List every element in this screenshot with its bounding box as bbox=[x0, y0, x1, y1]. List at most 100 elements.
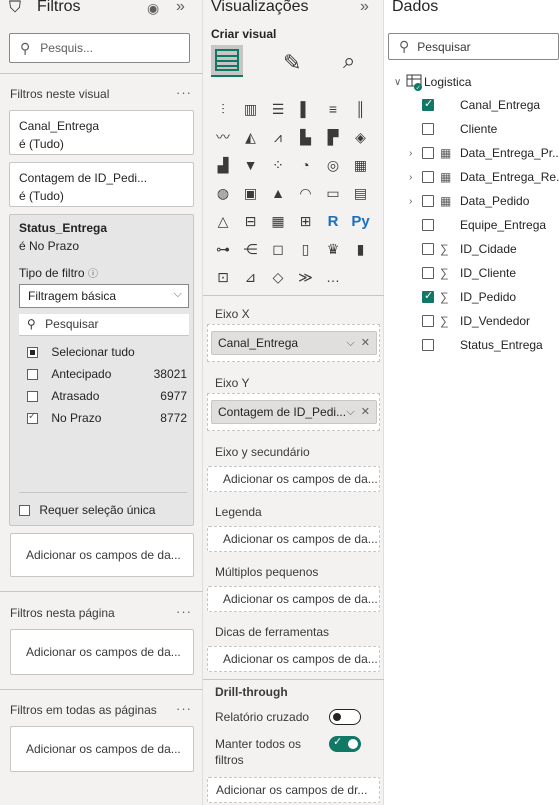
diamond-icon[interactable]: ◇ bbox=[268, 267, 288, 287]
stacked-column-icon[interactable]: ▥ bbox=[241, 99, 261, 119]
gauge-icon[interactable]: ◠ bbox=[296, 183, 316, 203]
filter-card-contagem[interactable]: Contagem de ID_Pedi... é (Tudo) bbox=[9, 162, 194, 207]
field-row[interactable]: ∑ ID_Cliente bbox=[384, 262, 559, 284]
donut-icon[interactable]: ◎ bbox=[323, 155, 343, 175]
field-checkbox[interactable] bbox=[422, 123, 434, 135]
chevron-right-icon[interactable]: › bbox=[409, 196, 412, 207]
field-row[interactable]: › ▦ Data_Pedido bbox=[384, 190, 559, 212]
more-visuals-icon[interactable]: … bbox=[323, 267, 343, 287]
add-fields-visual[interactable]: Adicionar os campos de da... bbox=[10, 533, 194, 577]
x-axis-field[interactable]: Canal_Entrega ⌵ ✕ bbox=[211, 331, 377, 355]
pie-icon[interactable]: ◔ bbox=[296, 155, 316, 175]
collapse-icon[interactable]: » bbox=[360, 0, 369, 16]
add-fields-page[interactable]: Adicionar os campos de da... bbox=[10, 629, 194, 675]
clustered-bar-icon[interactable]: ☰ bbox=[268, 99, 288, 119]
remove-icon[interactable]: ✕ bbox=[361, 337, 370, 349]
filter-item-row[interactable]: No Prazo 8772 bbox=[27, 411, 187, 425]
chevron-down-icon[interactable]: ∨ bbox=[394, 77, 401, 88]
y-axis-field[interactable]: Contagem de ID_Pedi... ⌵ ✕ bbox=[211, 400, 377, 424]
more-options-icon[interactable]: ··· bbox=[176, 701, 192, 716]
field-checkbox[interactable] bbox=[422, 195, 434, 207]
collapse-icon[interactable]: » bbox=[176, 0, 185, 16]
data-search-input[interactable]: ⚲ Pesquisar bbox=[388, 33, 559, 60]
add-fields-all-pages[interactable]: Adicionar os campos de da... bbox=[10, 726, 194, 772]
select-all-row[interactable]: Selecionar tudo bbox=[27, 345, 135, 359]
card-icon[interactable]: ▭ bbox=[323, 183, 343, 203]
field-checkbox[interactable] bbox=[422, 289, 434, 303]
python-visual-icon[interactable]: Py bbox=[351, 211, 371, 231]
select-all-checkbox[interactable] bbox=[27, 347, 38, 359]
analytics-icon[interactable]: ⌕ bbox=[343, 48, 355, 74]
chevron-icon[interactable]: ≫ bbox=[296, 267, 316, 287]
more-options-icon[interactable]: ··· bbox=[176, 604, 192, 619]
r-visual-icon[interactable]: R bbox=[323, 211, 343, 231]
power-automate-icon[interactable]: ⊿ bbox=[241, 267, 261, 287]
line-chart-icon[interactable]: 〰 bbox=[213, 127, 233, 147]
add-fields-legend[interactable]: Adicionar os campos de da... bbox=[207, 526, 380, 552]
chevron-right-icon[interactable]: › bbox=[409, 172, 412, 183]
remove-icon[interactable]: ✕ bbox=[361, 406, 370, 418]
metrics-icon[interactable]: ♛ bbox=[323, 239, 343, 259]
azure-map-icon[interactable]: ▲ bbox=[268, 183, 288, 203]
format-brush-icon[interactable]: ✎ bbox=[283, 50, 301, 76]
map-icon[interactable]: ◍ bbox=[213, 183, 233, 203]
field-row[interactable]: Equipe_Entrega bbox=[384, 214, 559, 236]
field-row[interactable]: › ▦ Data_Entrega_Pr... bbox=[384, 142, 559, 164]
filter-card-canal[interactable]: Canal_Entrega é (Tudo) bbox=[9, 110, 194, 155]
field-checkbox[interactable] bbox=[422, 219, 434, 231]
field-checkbox[interactable] bbox=[422, 171, 434, 183]
single-select-row[interactable]: Requer seleção única bbox=[19, 503, 155, 517]
item-checkbox[interactable] bbox=[27, 411, 38, 425]
item-checkbox[interactable] bbox=[27, 391, 38, 403]
field-row[interactable]: Canal_Entrega bbox=[384, 94, 559, 116]
field-row[interactable]: ∑ ID_Vendedor bbox=[384, 310, 559, 332]
area-chart-icon[interactable]: ◭ bbox=[241, 127, 261, 147]
field-row[interactable]: Status_Entrega bbox=[384, 334, 559, 356]
slicer-icon[interactable]: ⊟ bbox=[241, 211, 261, 231]
keep-filters-toggle[interactable]: ✓ bbox=[329, 736, 361, 752]
filter-item-row[interactable]: Atrasado 6977 bbox=[27, 389, 187, 403]
add-fields-secondary[interactable]: Adicionar os campos de da... bbox=[207, 466, 380, 492]
matrix-icon[interactable]: ⊞ bbox=[296, 211, 316, 231]
field-row[interactable]: ∑ ID_Cidade bbox=[384, 238, 559, 260]
funnel-chart-icon[interactable]: ▼ bbox=[241, 155, 261, 175]
waterfall-icon[interactable]: ▟ bbox=[213, 155, 233, 175]
more-options-icon[interactable]: ··· bbox=[176, 85, 192, 100]
field-checkbox[interactable] bbox=[422, 315, 434, 327]
filter-type-select[interactable]: Filtragem básica ⌵ bbox=[19, 284, 189, 308]
scatter-icon[interactable]: ⁘ bbox=[268, 155, 288, 175]
stacked-bar-icon[interactable]: ⫶ bbox=[213, 99, 233, 119]
field-checkbox[interactable] bbox=[422, 267, 434, 279]
narrative-icon[interactable]: ▯ bbox=[296, 239, 316, 259]
clustered-column-icon[interactable]: ▌ bbox=[296, 99, 316, 119]
line-clustered-icon[interactable]: ▛ bbox=[323, 127, 343, 147]
field-row[interactable]: › ▦ Data_Entrega_Re... bbox=[384, 166, 559, 188]
info-icon[interactable]: ⓘ bbox=[88, 269, 98, 280]
filter-card-status[interactable]: Status_Entrega é No Prazo Tipo de filtro… bbox=[9, 214, 194, 526]
field-checkbox[interactable] bbox=[422, 97, 434, 111]
field-row[interactable]: Cliente bbox=[384, 118, 559, 140]
single-select-checkbox[interactable] bbox=[19, 505, 30, 517]
eye-icon[interactable]: ◉ bbox=[147, 0, 159, 17]
field-checkbox[interactable] bbox=[422, 147, 434, 159]
filter-item-row[interactable]: Antecipado 38021 bbox=[27, 367, 187, 381]
line-column-icon[interactable]: ▙ bbox=[296, 127, 316, 147]
table-row-logistica[interactable]: ∨ ✓ Logistica bbox=[384, 71, 559, 93]
table-icon[interactable]: ▦ bbox=[268, 211, 288, 231]
qa-icon[interactable]: ◻ bbox=[268, 239, 288, 259]
power-apps-icon[interactable]: ⊡ bbox=[213, 267, 233, 287]
key-influencers-icon[interactable]: ⊶ bbox=[213, 239, 233, 259]
paginated-icon[interactable]: ▮ bbox=[351, 239, 371, 259]
field-checkbox[interactable] bbox=[422, 339, 434, 351]
chevron-down-icon[interactable]: ⌵ bbox=[346, 406, 354, 418]
add-fields-small-multiples[interactable]: Adicionar os campos de da... bbox=[207, 586, 380, 612]
column-100-icon[interactable]: ║ bbox=[351, 99, 371, 119]
filters-search-input[interactable]: ⚲ Pesquis... bbox=[9, 33, 190, 63]
cross-report-toggle[interactable] bbox=[329, 709, 361, 725]
build-visual-tab[interactable] bbox=[211, 45, 243, 77]
field-row[interactable]: ∑ ID_Pedido bbox=[384, 286, 559, 308]
treemap-icon[interactable]: ▦ bbox=[351, 155, 371, 175]
item-checkbox[interactable] bbox=[27, 369, 38, 381]
ribbon-icon[interactable]: ◈ bbox=[351, 127, 371, 147]
add-fields-tooltips[interactable]: Adicionar os campos de da... bbox=[207, 646, 380, 672]
